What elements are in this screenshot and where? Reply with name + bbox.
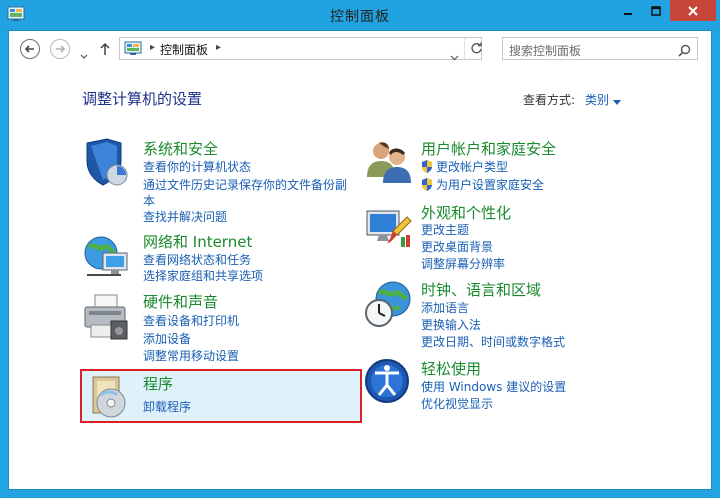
category-title[interactable]: 时钟、语言和区域 xyxy=(421,279,541,300)
link-file-history-continued[interactable]: 本 xyxy=(143,192,155,209)
breadcrumb-control-panel[interactable]: 控制面板 xyxy=(160,41,208,58)
category-title[interactable]: 硬件和声音 xyxy=(143,291,218,312)
view-by-dropdown[interactable]: 类别 xyxy=(585,93,609,107)
display-palette-icon[interactable] xyxy=(363,201,415,253)
minimize-icon xyxy=(623,12,632,15)
link-date-time-format[interactable]: 更改日期、时间或数字格式 xyxy=(421,333,565,350)
category-title[interactable]: 轻松使用 xyxy=(421,358,481,379)
address-dropdown-button[interactable] xyxy=(450,46,459,65)
close-icon xyxy=(688,5,698,16)
category-title[interactable]: 用户帐户和家庭安全 xyxy=(421,138,556,159)
arrow-right-icon xyxy=(56,45,66,53)
link-view-computer-status[interactable]: 查看你的计算机状态 xyxy=(143,158,251,175)
category-title[interactable]: 外观和个性化 xyxy=(421,202,511,223)
close-button[interactable] xyxy=(670,0,716,21)
search-input[interactable]: 搜索控制面板 xyxy=(509,42,581,59)
maximize-icon xyxy=(650,5,661,16)
page-title: 调整计算机的设置 xyxy=(82,90,203,108)
uac-shield-icon xyxy=(421,158,433,173)
printer-icon[interactable] xyxy=(81,291,133,343)
link-desktop-background[interactable]: 更改桌面背景 xyxy=(421,238,493,255)
category-title[interactable]: 系统和安全 xyxy=(143,138,218,159)
forward-button[interactable] xyxy=(50,39,70,59)
link-screen-resolution[interactable]: 调整屏幕分辨率 xyxy=(421,255,505,272)
breadcrumb-separator-icon[interactable]: ▸ xyxy=(216,42,221,53)
control-panel-window: 控制面板 ▸ 控制面板 ▸ 搜索控制面板 调整计算机的设置 查看方式: 类别 系… xyxy=(0,0,720,498)
address-bar[interactable]: ▸ 控制面板 ▸ xyxy=(119,37,482,61)
window-title: 控制面板 xyxy=(330,9,390,25)
caret-down-icon[interactable] xyxy=(613,94,622,108)
navigation-bar: ▸ 控制面板 ▸ 搜索控制面板 xyxy=(9,31,711,65)
link-homegroup[interactable]: 选择家庭组和共享选项 xyxy=(143,267,263,284)
link-uninstall-program[interactable]: 卸载程序 xyxy=(143,398,191,415)
view-by-control: 查看方式: 类别 xyxy=(523,91,622,108)
link-network-status[interactable]: 查看网络状态和任务 xyxy=(143,251,251,268)
view-by-label: 查看方式: xyxy=(523,93,576,107)
link-mobility-settings[interactable]: 调整常用移动设置 xyxy=(143,347,239,364)
users-icon[interactable] xyxy=(363,137,415,189)
search-box[interactable]: 搜索控制面板 xyxy=(502,37,698,60)
breadcrumb-separator-icon[interactable]: ▸ xyxy=(150,42,155,53)
link-optimize-visual-display[interactable]: 优化视觉显示 xyxy=(421,395,493,412)
control-panel-icon xyxy=(124,41,142,60)
programs-disc-icon[interactable] xyxy=(87,373,139,425)
link-devices-printers[interactable]: 查看设备和打印机 xyxy=(143,312,239,329)
network-globe-icon[interactable] xyxy=(81,231,133,283)
clock-globe-icon[interactable] xyxy=(363,279,415,331)
link-add-device[interactable]: 添加设备 xyxy=(143,330,191,347)
link-change-theme[interactable]: 更改主题 xyxy=(421,221,469,238)
link-change-input-method[interactable]: 更换输入法 xyxy=(421,316,481,333)
chevron-down-icon xyxy=(450,55,459,61)
refresh-icon xyxy=(471,42,482,54)
shield-icon[interactable] xyxy=(81,137,133,189)
link-troubleshoot[interactable]: 查找并解决问题 xyxy=(143,208,227,225)
up-button[interactable] xyxy=(99,41,111,60)
link-file-history[interactable]: 通过文件历史记录保存你的文件备份副 xyxy=(143,176,347,193)
refresh-button[interactable] xyxy=(464,38,488,59)
uac-shield-icon xyxy=(421,176,433,191)
link-windows-recommended-settings[interactable]: 使用 Windows 建议的设置 xyxy=(421,378,566,395)
search-icon[interactable] xyxy=(678,42,691,61)
back-button[interactable] xyxy=(20,39,40,59)
link-family-safety[interactable]: 为用户设置家庭安全 xyxy=(436,176,544,193)
category-title[interactable]: 程序 xyxy=(143,373,173,394)
client-area: ▸ 控制面板 ▸ 搜索控制面板 调整计算机的设置 查看方式: 类别 系统和安全 … xyxy=(8,30,712,490)
chevron-down-icon xyxy=(80,54,88,59)
link-add-language[interactable]: 添加语言 xyxy=(421,299,469,316)
link-change-account-type[interactable]: 更改帐户类型 xyxy=(436,158,508,175)
arrow-up-icon xyxy=(100,42,110,55)
maximize-button[interactable] xyxy=(642,0,669,21)
title-bar: 控制面板 xyxy=(0,0,720,30)
arrow-left-icon xyxy=(24,45,34,53)
category-title[interactable]: 网络和 Internet xyxy=(143,231,252,252)
recent-locations-dropdown[interactable] xyxy=(80,45,88,64)
minimize-button[interactable] xyxy=(614,0,641,21)
ease-of-access-icon[interactable] xyxy=(363,357,415,409)
